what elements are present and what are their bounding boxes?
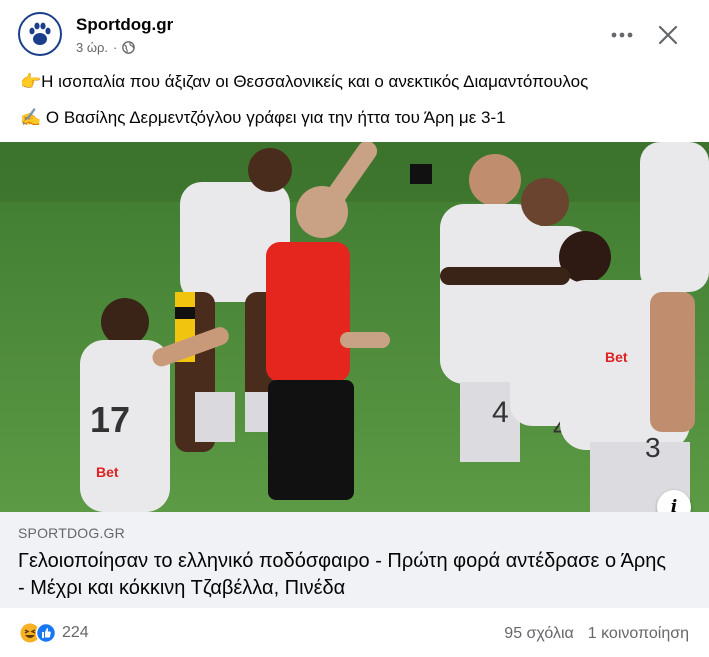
reactions-count: 224 bbox=[62, 624, 89, 641]
link-domain: SPORTDOG.GR bbox=[18, 525, 125, 541]
post-photo[interactable]: 17 Bet 4 43 bbox=[0, 142, 709, 512]
shares-count[interactable]: 1 κοινοποίηση bbox=[588, 625, 689, 643]
globe-icon bbox=[122, 41, 136, 54]
ellipsis-icon bbox=[611, 32, 633, 38]
post-footer: 224 95 σχόλια 1 κοινοποίηση bbox=[0, 610, 709, 657]
close-icon bbox=[658, 25, 678, 45]
comments-count[interactable]: 95 σχόλια bbox=[504, 625, 573, 643]
sponsor-right: Bet bbox=[605, 349, 628, 365]
post-meta: 3 ώρ. · bbox=[76, 40, 136, 55]
reactions-summary[interactable]: 224 bbox=[20, 623, 89, 643]
page-avatar[interactable] bbox=[18, 12, 62, 56]
like-reaction-icon bbox=[36, 623, 56, 643]
link-headline[interactable]: Γελοιοποίησαν το ελληνικό ποδόσφαιρο - Π… bbox=[18, 548, 678, 602]
sponsor-left: Bet bbox=[96, 464, 119, 480]
football-scene-image: 17 Bet 4 43 bbox=[0, 142, 709, 512]
engagement-counts: 95 σχόλια 1 κοινοποίηση bbox=[504, 625, 689, 643]
link-preview[interactable]: SPORTDOG.GR Γελοιοποίησαν το ελληνικό πο… bbox=[0, 512, 709, 608]
jersey-number-3: 3 bbox=[645, 432, 661, 463]
post-time[interactable]: 3 ώρ. bbox=[76, 40, 108, 55]
post-header: Sportdog.gr 3 ώρ. · bbox=[18, 12, 691, 60]
jersey-number-4: 4 bbox=[492, 396, 509, 429]
meta-separator: · bbox=[113, 40, 118, 55]
page-name[interactable]: Sportdog.gr bbox=[76, 15, 173, 35]
paw-icon bbox=[29, 22, 51, 45]
more-options-button[interactable] bbox=[607, 20, 637, 50]
post-text-line-1: 👉Η ισοπαλία που άξιζαν οι Θεσσαλονικείς … bbox=[20, 72, 589, 91]
close-button[interactable] bbox=[651, 18, 685, 52]
jersey-number-17: 17 bbox=[90, 399, 130, 440]
facebook-post: Sportdog.gr 3 ώρ. · 👉Η ισοπαλία που άξιζ… bbox=[0, 0, 709, 657]
post-text-line-2: ✍️ Ο Βασίλης Δερμεντζόγλου γράφει για τη… bbox=[20, 108, 506, 127]
